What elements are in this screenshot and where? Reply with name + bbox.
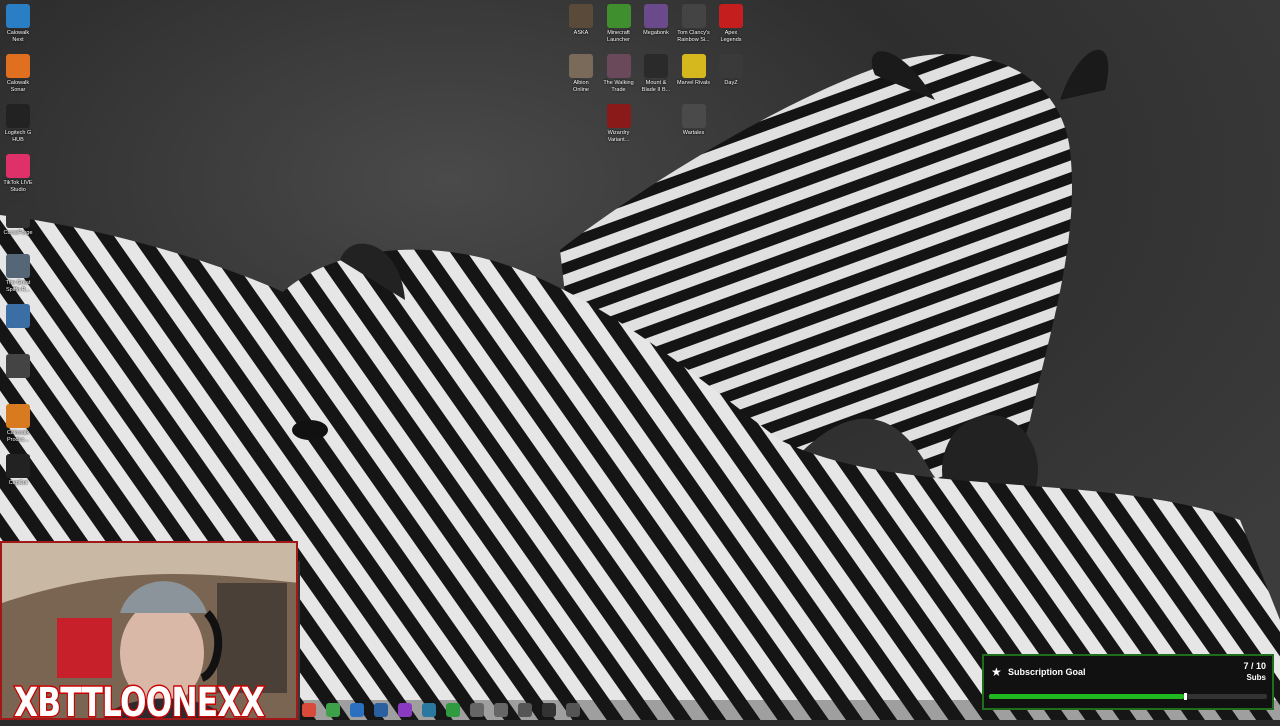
desktop-icon-left-7[interactable] [0, 354, 40, 380]
xbox-icon[interactable] [446, 703, 460, 717]
desktop-icon-game-10[interactable]: Wizardry Variant... [597, 104, 641, 143]
app-icon [6, 4, 30, 28]
app-icon[interactable] [518, 703, 532, 717]
sub-goal-title: Subscription Goal [1008, 667, 1086, 677]
sub-goal-progress-marker [1183, 693, 1187, 700]
desktop-icon-left-9[interactable]: CapCut [0, 454, 40, 487]
sub-goal-progress-track [989, 693, 1267, 700]
aska-icon [569, 4, 593, 28]
app-icon[interactable] [542, 703, 556, 717]
albion-icon [569, 54, 593, 78]
desktop-icon-left-label: CapCut [8, 480, 28, 486]
app-icon [6, 404, 30, 428]
marvel-rivals-icon [681, 54, 706, 78]
steam-icon[interactable] [422, 703, 436, 717]
app-icon[interactable] [326, 703, 340, 717]
desktop-icon-game-9[interactable]: DayZ [709, 54, 753, 87]
app-icon[interactable] [374, 703, 388, 717]
desktop-icon-left-label: TikTok LIVE Studio [3, 180, 33, 193]
tiktok-icon [6, 154, 30, 178]
apex-icon [719, 4, 743, 28]
sub-goal-count: 7 / 10 [1243, 661, 1266, 671]
desktop-icon-game-label: Apex Legends [720, 30, 742, 43]
desktop-icon-game-label: DayZ [724, 80, 738, 86]
desktop-icon-game-11[interactable]: Wartales [672, 104, 716, 137]
app-icon[interactable] [494, 703, 508, 717]
sub-goal-unit: Subs [1246, 673, 1266, 682]
capcut-icon [6, 454, 30, 478]
desktop-icon-left-5[interactable]: The Great Spiffo R... [0, 254, 40, 293]
minecraft-icon [606, 4, 631, 28]
gear-icon[interactable] [566, 703, 580, 717]
app-icon [6, 354, 30, 378]
desktop-icon-left-label: Calowalk Produc... [6, 430, 30, 443]
app-icon[interactable] [350, 703, 364, 717]
desktop-icon-left-label: Calowalk Next [6, 30, 30, 43]
desktop-icon-left-3[interactable]: TikTok LIVE Studio [0, 154, 40, 193]
wartales-icon [681, 104, 706, 128]
logitech-icon [6, 104, 30, 128]
shortcut-icon [6, 304, 30, 328]
app-icon[interactable] [398, 703, 412, 717]
desktop-icon-left-1[interactable]: Calowalk Sonar [0, 54, 40, 93]
desktop-icon-left-0[interactable]: Calowalk Next [0, 4, 40, 43]
rainbow-six-icon [681, 4, 706, 28]
desktop-icon-game-4[interactable]: Apex Legends [709, 4, 753, 43]
dayz-icon [719, 54, 743, 78]
desktop-icon-left-label: The Great Spiffo R... [5, 280, 31, 293]
star-icon: ★ [991, 665, 1002, 679]
megabonk-icon [644, 4, 668, 28]
sub-goal-progress-fill [989, 694, 1184, 699]
desktop-icon-game-label: Wizardry Variant... [607, 130, 630, 143]
desktop-icon-game-label: Wartales [682, 130, 705, 136]
walking-trade-icon [606, 54, 631, 78]
desktop-icon-left-label: CurseForge [3, 230, 33, 236]
subscription-goal-widget: ★ Subscription Goal 7 / 10 Subs [982, 654, 1274, 710]
streamer-name-banner: XBTTLOONEXX [13, 679, 266, 726]
desktop-icon-left-2[interactable]: Logitech G HUB [0, 104, 40, 143]
browser-icon[interactable] [302, 703, 316, 717]
desktop-icon-left-label: Calowalk Sonar [6, 80, 30, 93]
bannerlord-icon [644, 54, 668, 78]
app-icon[interactable] [470, 703, 484, 717]
desktop-icon-left-4[interactable]: CurseForge [0, 204, 40, 237]
app-icon [6, 54, 30, 78]
desktop-icon-left-label: Logitech G HUB [4, 130, 32, 143]
game-icon [6, 254, 30, 278]
desktop-icon-left-6[interactable] [0, 304, 40, 330]
curseforge-icon [6, 204, 30, 228]
desktop-icon-left-8[interactable]: Calowalk Produc... [0, 404, 40, 443]
wizardry-icon [606, 104, 631, 128]
